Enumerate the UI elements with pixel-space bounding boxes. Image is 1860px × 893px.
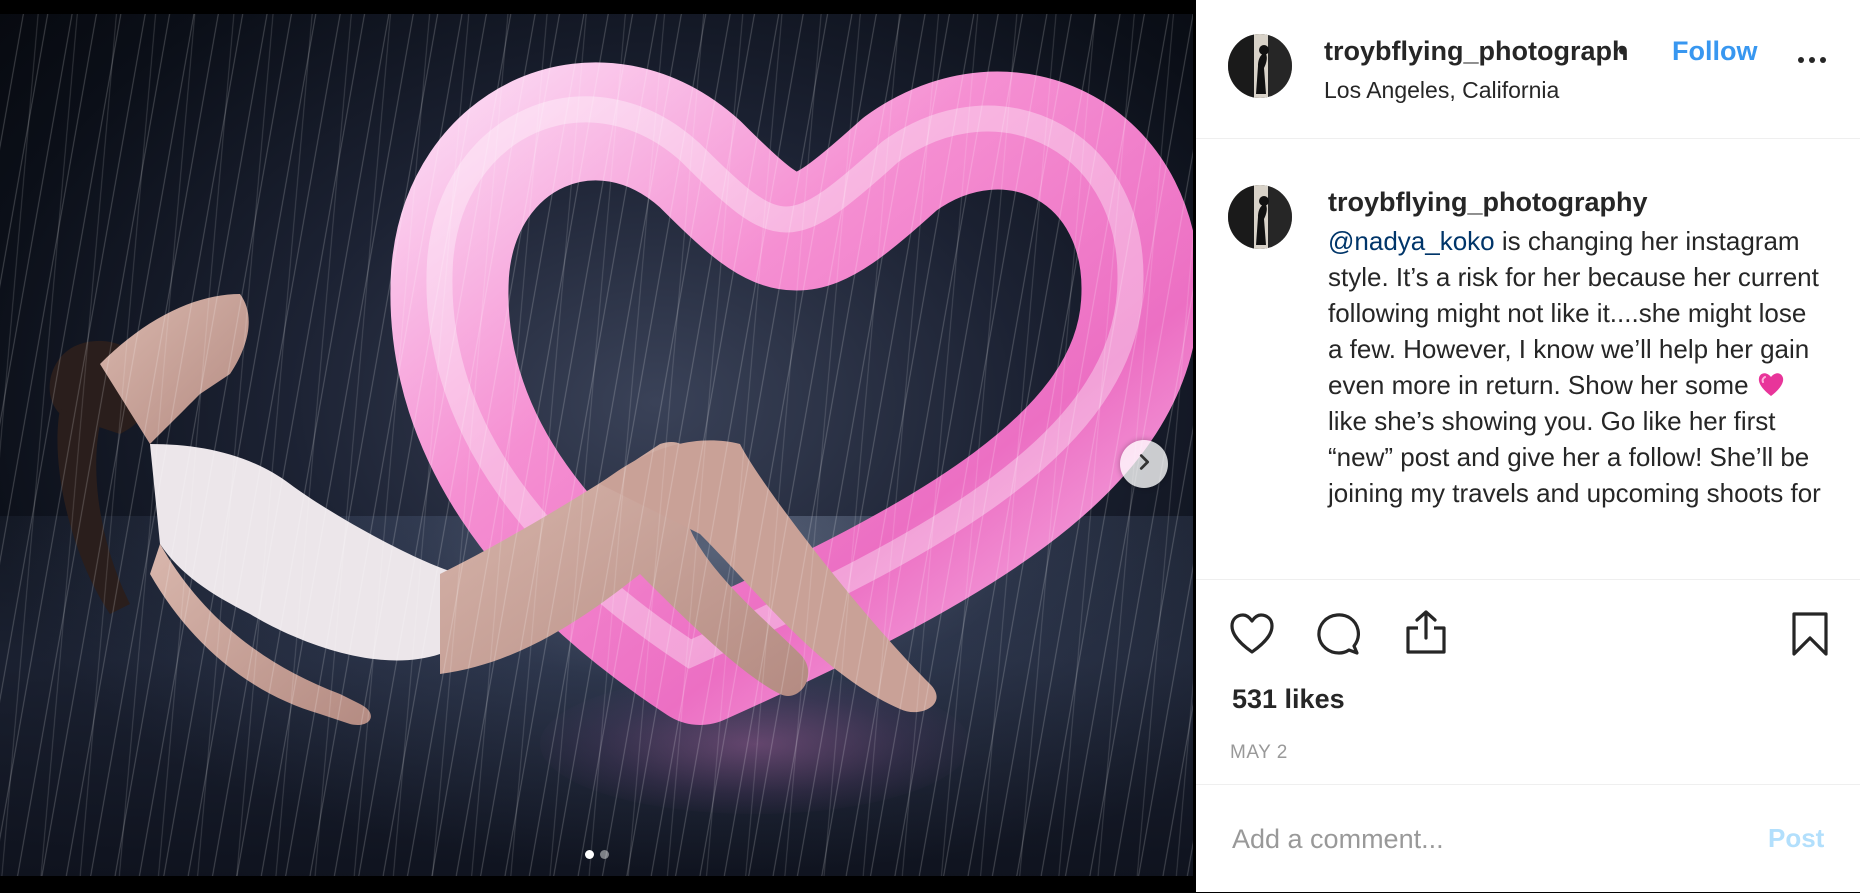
heart-outline-icon <box>1228 610 1276 658</box>
comment-input[interactable] <box>1232 819 1712 859</box>
carousel-dots <box>0 850 1193 859</box>
carousel-dot-1[interactable] <box>584 850 594 859</box>
more-options-icon[interactable] <box>1798 50 1832 70</box>
save-button[interactable] <box>1786 610 1834 658</box>
bookmark-icon <box>1786 610 1834 658</box>
action-bar <box>1196 580 1860 680</box>
share-button[interactable] <box>1402 608 1450 656</box>
post-viewer: troybflying_photograph • Follow Los Ange… <box>0 0 1860 892</box>
carousel-dot-2[interactable] <box>599 850 609 859</box>
post-date[interactable]: MAY 2 <box>1230 742 1288 764</box>
caption-username[interactable]: troybflying_photography <box>1328 187 1648 218</box>
author-avatar[interactable] <box>1228 34 1292 98</box>
like-button[interactable] <box>1228 610 1276 658</box>
likes-count[interactable]: 531 likes <box>1232 684 1345 715</box>
pink-heart-emoji-icon <box>1756 369 1786 399</box>
comment-bar: Post <box>1196 784 1860 893</box>
speech-bubble-icon <box>1314 610 1362 658</box>
separator-bullet: • <box>1618 36 1628 66</box>
comment-button[interactable] <box>1314 610 1362 658</box>
share-upload-icon <box>1402 608 1450 656</box>
post-photo[interactable] <box>0 14 1193 876</box>
photo-scene <box>49 62 1193 725</box>
post-header: troybflying_photograph • Follow Los Ange… <box>1196 0 1860 139</box>
caption-mention[interactable]: @nadya_koko <box>1328 226 1495 256</box>
author-username[interactable]: troybflying_photograph <box>1324 36 1628 67</box>
caption-author-avatar[interactable] <box>1228 185 1292 249</box>
carousel-next-button[interactable] <box>1120 440 1168 488</box>
post-location[interactable]: Los Angeles, California <box>1324 77 1559 104</box>
caption-text: @nadya_koko is changing her instagram st… <box>1328 223 1828 511</box>
chevron-right-icon <box>1133 451 1155 478</box>
post-side-panel: troybflying_photograph • Follow Los Ange… <box>1196 0 1860 892</box>
follow-button[interactable]: Follow <box>1672 36 1757 67</box>
post-comment-button[interactable]: Post <box>1768 823 1824 854</box>
caption-section: troybflying_photography @nadya_koko is c… <box>1196 139 1860 580</box>
caption-text-part2: like she’s showing you. Go like her firs… <box>1328 406 1821 508</box>
